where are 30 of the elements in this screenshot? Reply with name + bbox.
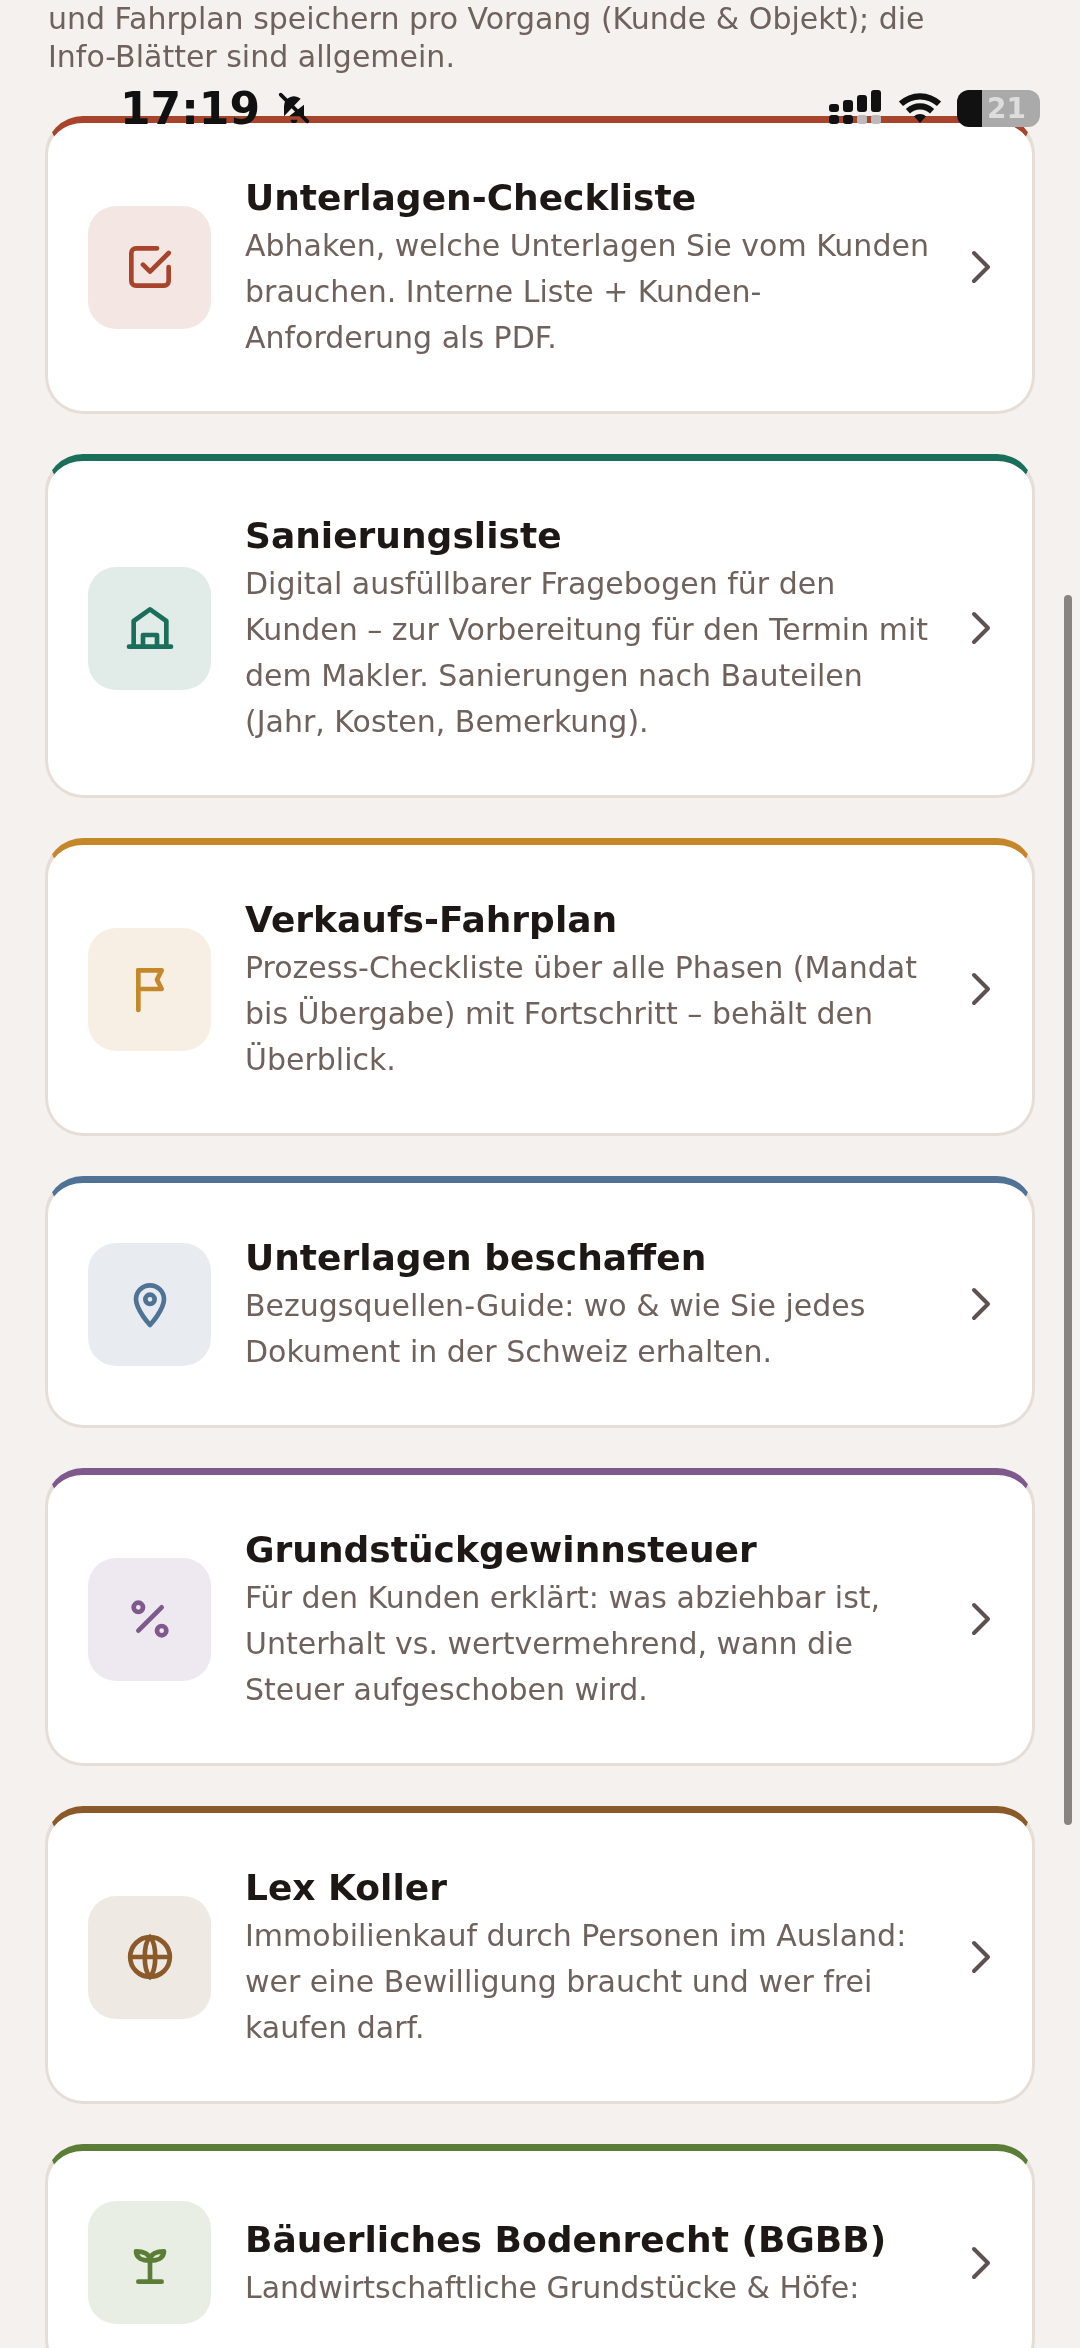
chevron-icon [970,610,992,646]
card-description: Landwirtschaftliche Grundstücke & Höfe: [245,2268,861,2307]
card-title: Verkaufs-Fahrplan [245,898,619,942]
tool-card[interactable]: Lex Koller Immobilienkauf durch Personen im Ausland: wer eine Bewilligung braucht und wer frei kaufen darf. [45,1806,1035,2104]
card-description: Abhaken, welche Unterlagen Sie vom Kunden brauchen. Interne Liste + Kunden-Anforderung als PDF. [245,227,930,357]
card-title: Lex Koller [245,1866,448,1910]
tool-card[interactable]: Bäuerliches Bodenrecht (BGBB) Landwirtschaftliche Grundstücke & Höfe: [45,2144,1035,2348]
card-title: Unterlagen-Checkliste [245,176,698,220]
card-description: Digital ausfüllbarer Fragebogen für den Kunden – zur Vorbereitung für den Termin mit dem Makler. Sanierungen nach Bauteilen (Jahr, Kosten, Bemerkung). [245,565,930,741]
signal-icon [829,90,884,126]
tool-card[interactable]: Unterlagen beschaffen Bezugsquellen-Guide: wo & wie Sie jedes Dokument in der Schweiz erhalten. [45,1176,1035,1428]
chevron-icon [970,1601,992,1637]
card-description: Bezugsquellen-Guide: wo & wie Sie jedes Dokument in der Schweiz erhalten. [245,1287,867,1371]
card-description: Immobilienkauf durch Personen im Ausland: wer eine Bewilligung braucht und wer frei kaufen darf. [245,1917,908,2047]
card-title: Grundstückgewinnsteuer [245,1528,758,1572]
intro-text: und Fahrplan speichern pro Vorgang (Kunde & Objekt); die Info-Blätter sind allgemein. [47,0,926,76]
card-title: Bäuerliches Bodenrecht (BGBB) [245,2217,888,2262]
chevron-icon [970,1939,992,1975]
wifi-icon [897,91,944,125]
tool-card[interactable]: Grundstückgewinnsteuer Für den Kunden erklärt: was abziehbar ist, Unterhalt vs. wertvermehrend, wann die Steuer aufgeschoben wird. [45,1468,1035,1766]
chevron-icon [970,1286,992,1322]
tool-card[interactable]: Verkaufs-Fahrplan Prozess-Checkliste über alle Phasen (Mandat bis Übergabe) mit Fortschritt – behält den Überblick. [45,838,1035,1136]
tool-card[interactable]: Sanierungsliste Digital ausfüllbarer Fragebogen für den Kunden – zur Vorbereitung für den Termin mit dem Makler. Sanierungen nach Bauteilen (Jahr, Kosten, Bemerkung). [45,454,1035,798]
card-title: Sanierungsliste [245,514,563,558]
card-title: Unterlagen beschaffen [245,1236,708,1280]
card-description: Für den Kunden erklärt: was abziehbar ist, Unterhalt vs. wertvermehrend, wann die Steuer aufgeschoben wird. [245,1579,882,1709]
chevron-icon [970,249,992,285]
chevron-icon [970,971,992,1007]
card-description: Prozess-Checkliste über alle Phasen (Mandat bis Übergabe) mit Fortschritt – behält den Überblick. [245,949,918,1079]
chevron-icon [970,2244,992,2281]
